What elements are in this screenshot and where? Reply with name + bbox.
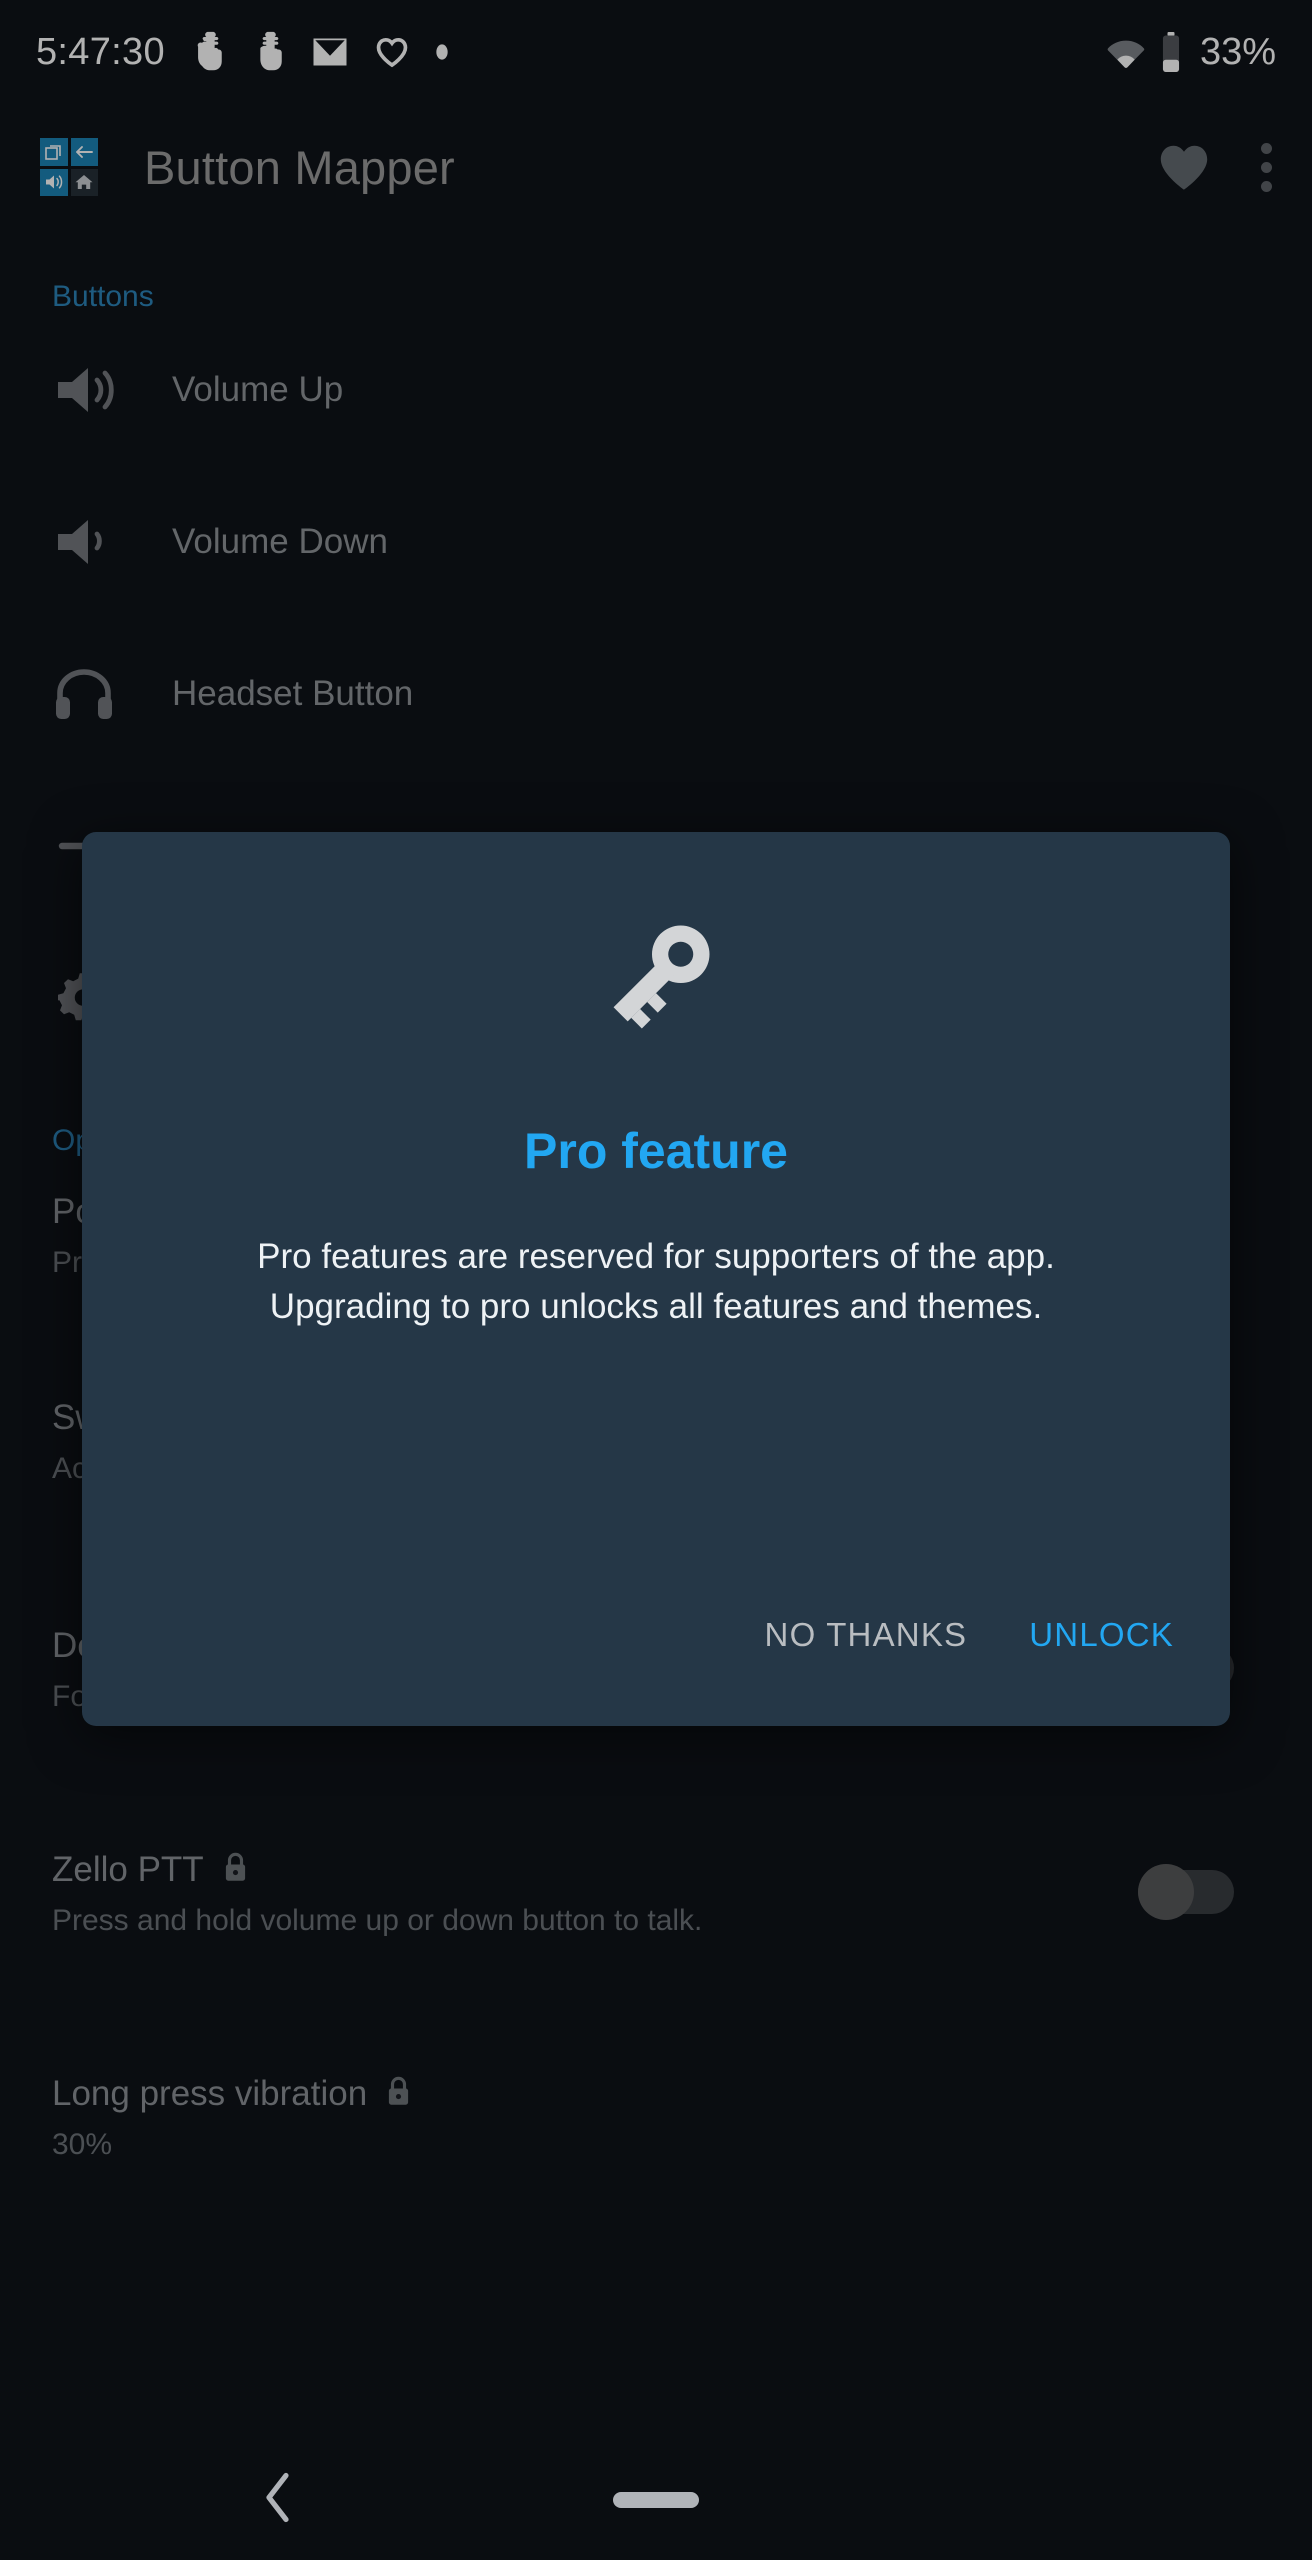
email-icon [311,37,349,67]
volume-down-icon [52,513,130,571]
option-title: Zello PTT [52,1850,204,1889]
battery-percent: 33% [1199,30,1276,73]
headset-icon [52,664,130,724]
button-mapper-logo [40,138,98,196]
status-clock: 5:47:30 [36,30,165,73]
back-chevron-icon[interactable] [262,2472,296,2529]
pro-feature-dialog: Pro feature Pro features are reserved fo… [82,832,1230,1726]
no-thanks-button[interactable]: NO THANKS [765,1616,968,1654]
list-item-headset-button[interactable]: Headset Button [0,618,1312,770]
status-bar: 5:47:30 33% [0,0,1312,104]
section-header-buttons: Buttons [52,280,154,313]
dialog-title: Pro feature [524,1123,788,1179]
battery-icon [1160,31,1182,73]
navigation-bar [0,2440,1312,2560]
dialog-body-line-2: Upgrading to pro unlocks all features an… [269,1286,1043,1326]
heart-filled-icon[interactable] [1155,140,1213,194]
option-row-long-press-vibration[interactable]: Long press vibration 30% [0,2040,1312,2192]
gesture-hand-icon [191,30,225,74]
option-row-zello-ptt[interactable]: Zello PTT Press and hold volume up or do… [0,1816,1312,1968]
list-item-label: Volume Up [172,370,344,409]
status-bar-right: 33% [1106,31,1276,74]
lock-icon [222,1851,249,1889]
list-item-label: Headset Button [172,674,414,713]
dialog-body-line-1: Pro features are reserved for supporters… [257,1237,1055,1276]
gesture-home-pill[interactable] [613,2492,699,2508]
toggle-knob [1138,1864,1194,1920]
logo-recents-icon [40,138,68,166]
option-subtitle: 30% [52,2128,113,2161]
app-bar: Button Mapper [0,104,1312,230]
list-item-label: Volume Down [172,522,388,561]
more-vertical-icon[interactable] [1261,142,1272,192]
option-title: Long press vibration [52,2074,368,2113]
list-item-volume-up[interactable]: Volume Up [0,314,1312,466]
app-bar-actions [1155,140,1272,194]
logo-volume-icon [40,168,68,196]
status-bar-left: 5:47:30 [36,30,449,74]
key-icon [82,832,1230,1054]
wifi-icon [1106,35,1146,69]
option-subtitle: Press and hold volume up or down button … [52,1904,703,1937]
logo-back-icon [70,138,98,166]
unlock-button[interactable]: UNLOCK [1029,1616,1174,1654]
list-item-volume-down[interactable]: Volume Down [0,466,1312,618]
page-title: Button Mapper [144,140,455,194]
toggle-zello-ptt[interactable] [1138,1864,1234,1920]
logo-home-icon [70,168,98,196]
gesture-hand-icon [251,30,285,74]
dialog-actions: NO THANKS UNLOCK [765,1616,1174,1654]
lock-icon [385,2075,412,2113]
volume-up-icon [52,361,130,419]
dialog-body: Pro features are reserved for supporters… [82,1232,1230,1331]
dot-icon [435,42,449,62]
heart-outline-icon [375,36,409,68]
